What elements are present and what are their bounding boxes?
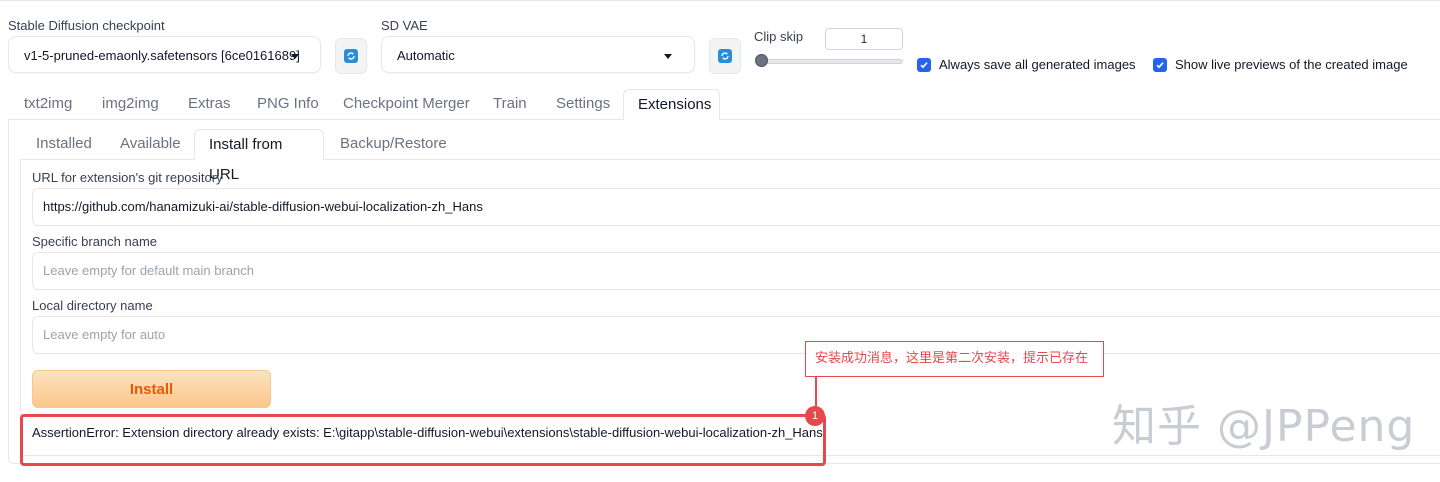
chevron-down-icon	[664, 54, 672, 59]
checkpoint-dropdown[interactable]: v1-5-pruned-emaonly.safetensors [6ce0161…	[8, 36, 321, 73]
live-previews-checkbox[interactable]: Show live previews of the created image	[1153, 57, 1408, 72]
tab-checkpoint-merger[interactable]: Checkpoint Merger	[343, 89, 470, 119]
clip-skip-input[interactable]: 1	[825, 28, 903, 50]
check-icon	[1153, 57, 1167, 72]
vae-refresh-button[interactable]	[709, 38, 741, 74]
error-highlight-box	[20, 414, 826, 466]
chevron-down-icon	[291, 54, 299, 59]
checkpoint-label: Stable Diffusion checkpoint	[8, 18, 165, 33]
vae-value: Automatic	[397, 48, 455, 63]
subtab-installed[interactable]: Installed	[36, 129, 92, 159]
tab-txt2img[interactable]: txt2img	[24, 89, 72, 119]
clip-skip-slider-handle[interactable]	[755, 54, 768, 67]
refresh-icon	[344, 49, 358, 63]
refresh-icon	[718, 49, 732, 63]
checkpoint-value: v1-5-pruned-emaonly.safetensors [6ce0161…	[24, 48, 300, 63]
branch-input[interactable]: Leave empty for default main branch	[32, 252, 1440, 290]
always-save-label: Always save all generated images	[939, 57, 1136, 72]
url-label: URL for extension's git repository	[32, 170, 223, 185]
subtab-available[interactable]: Available	[120, 129, 181, 159]
local-dir-label: Local directory name	[32, 298, 153, 313]
vae-dropdown[interactable]: Automatic	[381, 36, 695, 73]
vae-label: SD VAE	[381, 18, 428, 33]
annotation-badge: 1	[805, 406, 825, 426]
clip-skip-slider-track[interactable]	[756, 59, 903, 64]
install-button[interactable]: Install	[32, 370, 271, 408]
active-tab-gap	[624, 118, 719, 120]
annotation-callout: 安装成功消息，这里是第二次安装，提示已存在	[805, 341, 1104, 377]
always-save-checkbox[interactable]: Always save all generated images	[917, 57, 1136, 72]
clip-skip-label: Clip skip	[754, 29, 804, 44]
tab-settings[interactable]: Settings	[556, 89, 610, 119]
url-input[interactable]: https://github.com/hanamizuki-ai/stable-…	[32, 188, 1440, 226]
active-subtab-gap	[195, 158, 323, 160]
tab-png-info[interactable]: PNG Info	[257, 89, 319, 119]
top-border	[0, 0, 1440, 1]
live-previews-label: Show live previews of the created image	[1175, 57, 1408, 72]
tab-img2img[interactable]: img2img	[102, 89, 159, 119]
subtab-install-from-url[interactable]: Install from URL	[194, 129, 324, 183]
watermark: 知乎 @JPPeng	[1112, 401, 1416, 452]
tab-extras[interactable]: Extras	[188, 89, 231, 119]
tab-train[interactable]: Train	[493, 89, 527, 119]
subtab-backup-restore[interactable]: Backup/Restore	[340, 129, 447, 159]
tab-extensions[interactable]: Extensions	[623, 89, 720, 119]
check-icon	[917, 57, 931, 72]
branch-label: Specific branch name	[32, 234, 158, 249]
checkpoint-refresh-button[interactable]	[335, 38, 367, 74]
local-dir-input[interactable]: Leave empty for auto	[32, 316, 1440, 354]
